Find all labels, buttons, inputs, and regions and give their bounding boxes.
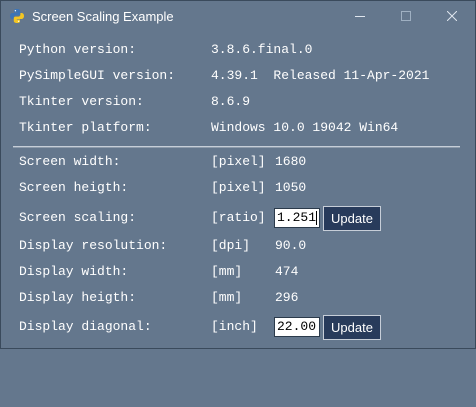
- pysimplegui-version-row: PySimpleGUI version: 4.39.1 Released 11-…: [19, 66, 459, 86]
- screen-height-unit: [pixel]: [211, 180, 266, 195]
- display-width-value: 474: [275, 264, 299, 279]
- screen-scaling-input[interactable]: 1.251: [274, 208, 320, 228]
- separator: [13, 146, 460, 148]
- python-version-value: 3.8.6.final.0: [211, 42, 313, 57]
- display-resolution-label: Display resolution:: [19, 238, 168, 253]
- screen-scaling-unit: [ratio]: [211, 210, 266, 225]
- screen-width-value: 1680: [275, 154, 307, 169]
- tkinter-version-value: 8.6.9: [211, 94, 251, 109]
- display-height-value: 296: [275, 290, 299, 305]
- display-height-label: Display heigth:: [19, 290, 137, 305]
- window-title: Screen Scaling Example: [32, 9, 174, 24]
- close-button[interactable]: [429, 1, 475, 32]
- minimize-icon: [355, 16, 365, 17]
- pysimplegui-version-label: PySimpleGUI version:: [19, 68, 176, 83]
- screen-width-row: Screen width: [pixel] 1680: [19, 152, 459, 172]
- close-icon: [447, 11, 457, 21]
- python-version-label: Python version:: [19, 42, 137, 57]
- display-resolution-row: Display resolution: [dpi] 90.0: [19, 236, 459, 256]
- screen-scaling-update-button[interactable]: Update: [323, 206, 381, 231]
- screen-height-row: Screen heigth: [pixel] 1050: [19, 178, 459, 198]
- maximize-button[interactable]: [383, 1, 429, 32]
- title-bar[interactable]: Screen Scaling Example: [1, 1, 475, 32]
- display-diagonal-input[interactable]: 22.00: [274, 317, 320, 337]
- display-width-label: Display width:: [19, 264, 129, 279]
- python-version-row: Python version: 3.8.6.final.0: [19, 40, 459, 60]
- display-height-row: Display heigth: [mm] 296: [19, 288, 459, 308]
- screen-scaling-row: Screen scaling: [ratio] 1.251 Update: [19, 206, 459, 231]
- minimize-button[interactable]: [337, 1, 383, 32]
- tkinter-platform-label: Tkinter platform:: [19, 120, 152, 135]
- pysimplegui-version-value: 4.39.1 Released 11-Apr-2021: [211, 68, 430, 83]
- display-resolution-unit: [dpi]: [211, 238, 251, 253]
- display-height-unit: [mm]: [211, 290, 243, 305]
- app-window: Screen Scaling Example Python version: 3…: [0, 0, 476, 349]
- screen-scaling-label: Screen scaling:: [19, 210, 137, 225]
- tkinter-platform-row: Tkinter platform: Windows 10.0 19042 Win…: [19, 118, 459, 138]
- screen-width-label: Screen width:: [19, 154, 121, 169]
- display-diagonal-update-button[interactable]: Update: [323, 315, 381, 340]
- display-diagonal-label: Display diagonal:: [19, 319, 152, 334]
- display-diagonal-unit: [inch]: [211, 319, 258, 334]
- tkinter-version-label: Tkinter version:: [19, 94, 144, 109]
- screen-width-unit: [pixel]: [211, 154, 266, 169]
- display-width-unit: [mm]: [211, 264, 243, 279]
- text-cursor: [316, 211, 317, 225]
- screen-height-value: 1050: [275, 180, 307, 195]
- python-logo-icon: [9, 8, 25, 24]
- maximize-icon: [401, 11, 411, 21]
- display-diagonal-row: Display diagonal: [inch] 22.00 Update: [19, 315, 459, 340]
- display-resolution-value: 90.0: [275, 238, 307, 253]
- screen-height-label: Screen heigth:: [19, 180, 129, 195]
- tkinter-platform-value: Windows 10.0 19042 Win64: [211, 120, 399, 135]
- tkinter-version-row: Tkinter version: 8.6.9: [19, 92, 459, 112]
- display-width-row: Display width: [mm] 474: [19, 262, 459, 282]
